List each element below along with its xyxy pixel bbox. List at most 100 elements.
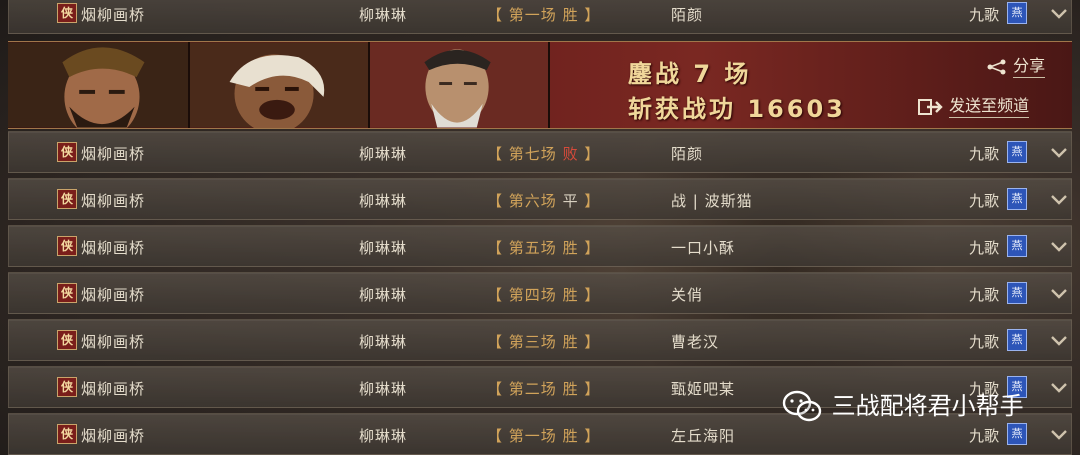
player-name: 烟柳画桥 — [81, 333, 146, 351]
bracket-close: 】 — [584, 286, 601, 304]
player-server: 柳琳琳 — [359, 239, 408, 257]
battle-result: 平 — [562, 192, 579, 210]
battle-label: 【 第二场 胜 】 — [487, 378, 600, 399]
battle-result: 胜 — [562, 427, 579, 445]
share-label: 分享 — [1013, 56, 1046, 78]
player-server: 柳琳琳 — [359, 333, 408, 351]
battle-number: 第五场 — [508, 239, 557, 257]
bracket-open: 【 — [487, 6, 504, 24]
battle-count-unit: 场 — [724, 60, 752, 88]
battle-label: 【 第七场 败 】 — [487, 143, 600, 164]
chevron-down-icon[interactable] — [1049, 143, 1069, 163]
battle-result: 败 — [562, 145, 579, 163]
opponent-name: 关俏 — [671, 286, 704, 304]
merit-label: 斩获战功 — [628, 95, 736, 123]
bracket-open: 【 — [487, 192, 504, 210]
battle-result: 胜 — [562, 6, 579, 24]
bracket-close: 】 — [584, 6, 601, 24]
wechat-icon — [782, 390, 822, 422]
merit-text: 斩获战功 16603 — [628, 89, 846, 124]
player-server: 柳琳琳 — [359, 427, 408, 445]
battle-number: 第二场 — [508, 380, 557, 398]
opponent-name: 战 | 波斯猫 — [671, 192, 753, 210]
chevron-down-icon[interactable] — [1049, 4, 1069, 24]
chevron-down-icon[interactable] — [1049, 284, 1069, 304]
chevron-down-icon[interactable] — [1049, 190, 1069, 210]
player-name: 烟柳画桥 — [81, 380, 146, 398]
faction-badge-icon: 侠 — [57, 283, 77, 303]
battle-number: 第三场 — [508, 333, 557, 351]
faction-badge-icon: 侠 — [57, 330, 77, 350]
battle-row[interactable]: 侠烟柳画桥 柳琳琳 【 第七场 败 】 陌颜 九歌燕 — [8, 131, 1072, 173]
send-label: 发送至频道 — [949, 96, 1030, 118]
chevron-down-icon[interactable] — [1049, 237, 1069, 257]
chevron-down-icon[interactable] — [1049, 425, 1069, 445]
faction-badge-icon: 侠 — [57, 236, 77, 256]
opponent-server: 九歌 — [969, 145, 1000, 163]
battle-label: 【 第三场 胜 】 — [487, 331, 600, 352]
bracket-open: 【 — [487, 380, 504, 398]
opponent-name: 陌颜 — [671, 6, 704, 24]
opponent-faction-icon: 燕 — [1007, 235, 1027, 257]
opponent-server: 九歌 — [969, 239, 1000, 257]
battle-label: 【 第一场 胜 】 — [487, 4, 600, 25]
opponent-name: 左丘海阳 — [671, 427, 736, 445]
player-name: 烟柳画桥 — [81, 145, 146, 163]
battle-result: 胜 — [562, 380, 579, 398]
player-name: 烟柳画桥 — [81, 6, 146, 24]
bracket-open: 【 — [487, 333, 504, 351]
bracket-close: 】 — [584, 145, 601, 163]
battle-label: 【 第五场 胜 】 — [487, 237, 600, 258]
battle-count-label: 鏖战 — [628, 60, 682, 88]
opponent-faction-icon: 燕 — [1007, 2, 1027, 24]
opponent-name: 一口小酥 — [671, 239, 736, 257]
share-button[interactable]: 分享 — [986, 52, 1066, 78]
opponent-server: 九歌 — [969, 6, 1000, 24]
player-server: 柳琳琳 — [359, 286, 408, 304]
player-name: 烟柳画桥 — [81, 192, 146, 210]
general-portrait-1 — [8, 42, 190, 128]
opponent-server: 九歌 — [969, 427, 1000, 445]
watermark: 三战配将君小帮手 — [782, 386, 1072, 428]
watermark-text: 三战配将君小帮手 — [831, 392, 1024, 420]
opponent-faction-icon: 燕 — [1007, 141, 1027, 163]
battle-number: 第六场 — [508, 192, 557, 210]
battle-label: 【 第四场 胜 】 — [487, 284, 600, 305]
faction-badge-icon: 侠 — [57, 424, 77, 444]
battle-row[interactable]: 侠烟柳画桥 柳琳琳 【 第四场 胜 】 关俏 九歌燕 — [8, 272, 1072, 314]
opponent-name: 甄姬吧某 — [671, 380, 736, 398]
general-portrait-2 — [190, 42, 370, 128]
player-server: 柳琳琳 — [359, 6, 408, 24]
player-server: 柳琳琳 — [359, 145, 408, 163]
battle-count-text: 鏖战 7 场 — [628, 54, 751, 89]
share-icon — [987, 59, 1006, 74]
battle-result: 胜 — [562, 239, 579, 257]
battle-summary-banner: 鏖战 7 场 斩获战功 16603 分享 发送至频道 — [8, 41, 1072, 129]
merit-value: 16603 — [747, 95, 846, 123]
send-to-channel-button[interactable]: 发送至频道 — [918, 92, 1068, 118]
battle-row[interactable]: 侠烟柳画桥 柳琳琳 【 第六场 平 】 战 | 波斯猫 九歌燕 — [8, 178, 1072, 220]
battle-count-value: 7 — [693, 60, 714, 88]
opponent-name: 曹老汉 — [671, 333, 720, 351]
battle-number: 第四场 — [508, 286, 557, 304]
bracket-open: 【 — [487, 145, 504, 163]
faction-badge-icon: 侠 — [57, 3, 77, 23]
faction-badge-icon: 侠 — [57, 142, 77, 162]
bracket-close: 】 — [584, 427, 601, 445]
player-server: 柳琳琳 — [359, 380, 408, 398]
general-portrait-3 — [370, 42, 550, 128]
opponent-server: 九歌 — [969, 192, 1000, 210]
opponent-name: 陌颜 — [671, 145, 704, 163]
bracket-open: 【 — [487, 427, 504, 445]
battle-row[interactable]: 侠烟柳画桥 柳琳琳 【 第三场 胜 】 曹老汉 九歌燕 — [8, 319, 1072, 361]
bracket-close: 】 — [584, 192, 601, 210]
battle-result: 胜 — [562, 286, 579, 304]
battle-number: 第一场 — [508, 427, 557, 445]
battle-row[interactable]: 侠烟柳画桥 柳琳琳 【 第五场 胜 】 一口小酥 九歌燕 — [8, 225, 1072, 267]
battle-number: 第七场 — [508, 145, 557, 163]
send-icon — [918, 98, 943, 115]
opponent-server: 九歌 — [969, 286, 1000, 304]
battle-row-partial[interactable]: 侠 烟柳画桥 柳琳琳 【 第一场 胜 】 陌颜 九歌 燕 — [8, 0, 1072, 34]
chevron-down-icon[interactable] — [1049, 331, 1069, 351]
opponent-faction-icon: 燕 — [1007, 329, 1027, 351]
